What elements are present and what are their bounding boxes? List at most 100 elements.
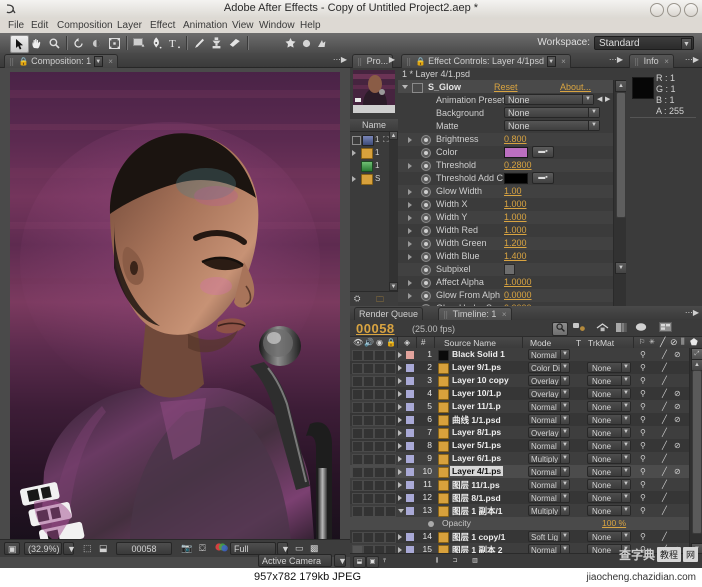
eye-toggle[interactable] [352,350,363,361]
track-matte-select[interactable]: None ▼ [587,453,631,464]
table-row[interactable]: 1 Black Solid 1 Normal ▼ ⚲ ╱ ⊘ [350,348,690,361]
layer-name[interactable]: 曲线 1/1.psd [450,414,503,426]
twirl-icon[interactable] [398,391,402,397]
layer-number-icon[interactable]: # [421,338,425,347]
chevron-down-icon[interactable]: ▼ [560,480,569,489]
fx-value[interactable]: 1.0000 [504,277,532,287]
menu-file[interactable]: File [4,19,28,32]
twirl-icon[interactable] [408,280,412,286]
chevron-down-icon[interactable]: ▼ [621,480,630,489]
menu-effect[interactable]: Effect [146,19,179,32]
audio-toggle[interactable] [363,506,374,517]
eye-toggle[interactable] [352,454,363,465]
grid-guides-icon[interactable]: ⬚ [80,542,93,555]
column-trkmat[interactable]: TrkMat [588,338,614,348]
chevron-down-icon[interactable]: ▼ [560,350,569,359]
table-row[interactable]: 6 曲线 1/1.psd Normal ▼ None ▼ ⚲ ╱ ⊘ [350,413,690,426]
fx-row-width-y[interactable]: Width Y 1.000 [398,211,614,224]
twirl-icon[interactable] [408,137,412,143]
solo-toggle[interactable] [374,532,385,543]
background-select[interactable]: None ▼ [504,107,600,118]
composition-panel-menu-icon[interactable]: ⋯▶ [333,55,347,64]
hand-tool[interactable] [28,35,45,51]
twirl-icon[interactable] [398,404,402,410]
eye-toggle[interactable] [352,545,363,553]
snapshot-icon[interactable]: 📷 [178,542,192,555]
toggle-switches-modes-icon[interactable]: ⬓ [353,556,366,568]
menu-animation[interactable]: Animation [179,19,231,32]
fx-value[interactable]: 1.00 [504,186,522,196]
lock-toggle[interactable] [385,376,396,387]
fx-row-affect-alpha[interactable]: Affect Alpha 1.0000 [398,276,614,289]
table-row[interactable]: 10 Layer 4/1.ps Normal ▼ None ▼ ⚲ ╱ ⊘ [350,465,690,478]
tab-timeline-1[interactable]: ⣿ Timeline: 1 × [438,307,512,321]
twirl-icon[interactable] [408,215,412,221]
fx-row-color[interactable]: Color ▬▪ [398,146,614,159]
menu-edit[interactable]: Edit [27,19,52,32]
track-matte-select[interactable]: None ▼ [587,388,631,399]
table-row[interactable]: 2 Layer 9/1.ps Color Di ▼ None ▼ ⚲ ╱ [350,361,690,374]
parent-pickwhip-icon[interactable]: ⚲ [640,402,646,411]
fx-row-matte[interactable]: Matte None ▼ [398,120,614,133]
parent-pickwhip-icon[interactable]: ⚲ [640,467,646,476]
chevron-down-icon[interactable]: ▼ [621,415,630,424]
solo-toggle[interactable] [374,480,385,491]
shy-icon[interactable]: ⚐ [639,338,645,346]
twirl-open-icon[interactable] [402,85,408,89]
quality-icon[interactable]: ╱ [662,389,667,398]
blend-mode-select[interactable]: Normal ▼ [528,349,570,360]
chevron-down-icon[interactable]: ▼ [681,38,692,50]
fx-row-background[interactable]: Background None ▼ [398,107,614,120]
audio-toggle[interactable] [363,389,374,400]
audio-toggle[interactable] [363,467,374,478]
label-color[interactable] [406,546,414,553]
layer-name[interactable]: Black Solid 1 [450,349,507,359]
checkbox-icon[interactable] [352,136,361,145]
chevron-down-icon[interactable]: ▼ [560,545,569,553]
chevron-down-icon[interactable]: ▼ [560,363,569,372]
audio-toggle[interactable] [363,532,374,543]
motion-blur-icon[interactable] [614,322,628,334]
fx-value[interactable]: 0.2800 [504,160,532,170]
chevron-down-icon[interactable]: ▼ [560,402,569,411]
fx-row-width-x[interactable]: Width X 1.000 [398,198,614,211]
solo-toggle[interactable] [374,467,385,478]
solo-toggle[interactable] [374,506,385,517]
effect-controls-panel-menu-icon[interactable]: ⋯▶ [609,55,623,64]
zoom-chevron-down-icon[interactable]: ▼ [63,542,76,555]
column-mode[interactable]: Mode [530,338,551,348]
stopwatch-icon[interactable] [421,265,431,275]
channel-rgb-icon[interactable] [212,542,228,555]
project-scrollbar[interactable]: ▲ ▼ [389,131,398,291]
chevron-down-icon[interactable]: ▼ [582,95,593,104]
collapse-transform-icon[interactable]: ✳ [649,338,655,346]
lock-icon[interactable]: 🔒 [19,57,29,66]
lock-toggle[interactable] [385,532,396,543]
scrollbar-thumb[interactable] [692,370,702,534]
blend-mode-select[interactable]: Soft Lig ▼ [528,531,570,542]
layer-name[interactable]: Layer 9/1.ps [450,362,503,372]
parent-pickwhip-icon[interactable]: ⚲ [640,363,646,372]
audio-toggle[interactable] [363,454,374,465]
frame-blend-icon[interactable]: ⫼ [681,337,685,347]
minimize-button[interactable] [650,3,664,17]
lock-toggle[interactable] [385,545,396,553]
effect-header-row[interactable]: S_Glow Reset About... [398,80,614,93]
eye-toggle[interactable] [352,493,363,504]
layer-name[interactable]: Layer 10/1.p [450,388,503,398]
solo-toggle[interactable] [374,454,385,465]
eye-toggle[interactable] [352,402,363,413]
eye-icon[interactable]: 👁 [353,338,363,347]
effects-icon[interactable]: ⊘ [674,350,681,359]
tab-chevron-down-icon[interactable]: ▼ [546,56,556,68]
solo-toggle[interactable] [374,428,385,439]
eye-toggle[interactable] [352,532,363,543]
stopwatch-icon[interactable] [421,148,431,158]
audio-toggle[interactable] [363,480,374,491]
effects-icon[interactable]: ⊘ [674,402,681,411]
layer-name[interactable]: 图层 8/1.psd [450,492,503,504]
quality-icon[interactable]: ╱ [662,363,667,372]
tab-close-icon[interactable]: × [664,57,669,66]
lock-icon[interactable]: 🔒 [416,57,426,66]
fx-value[interactable]: 1.400 [504,251,527,261]
